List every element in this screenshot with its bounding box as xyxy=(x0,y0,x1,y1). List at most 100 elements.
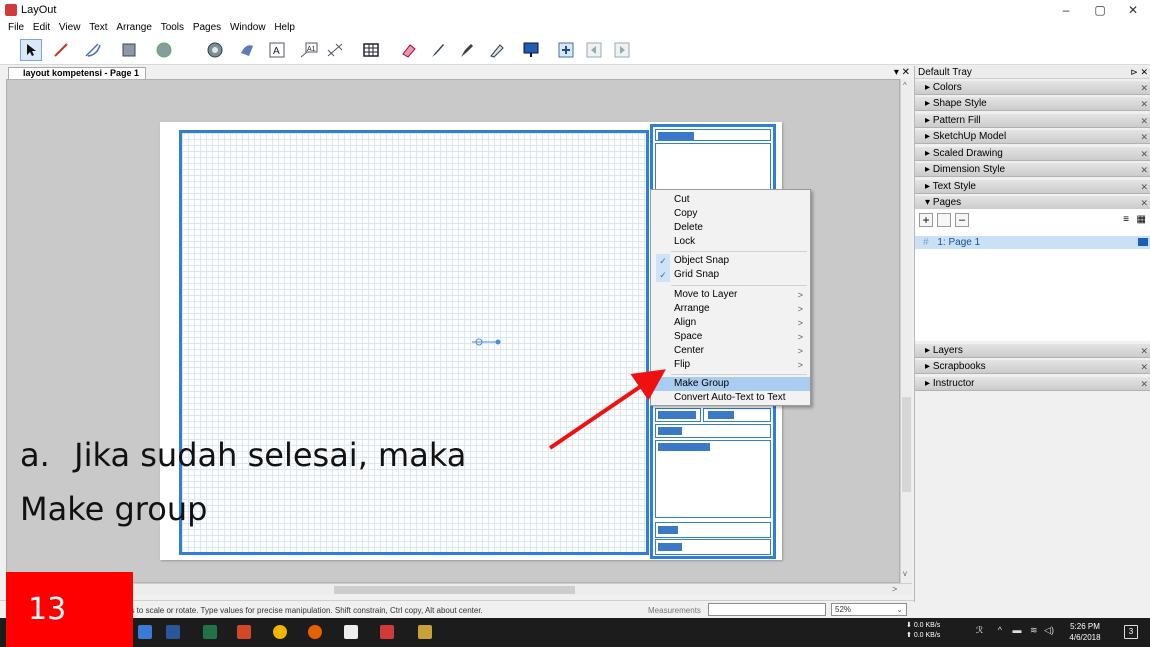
page-list-item[interactable]: # 1: Page 1 xyxy=(915,236,1150,249)
menu-item-delete[interactable]: Delete xyxy=(651,221,810,235)
line-tool-icon[interactable] xyxy=(50,39,72,61)
list-view-icon[interactable]: ≡ xyxy=(1123,214,1129,225)
taskbar-app-icon[interactable] xyxy=(418,625,432,639)
tray-panel-colors[interactable]: ▸ Colors ✕ xyxy=(915,81,1150,95)
explorer-icon[interactable] xyxy=(344,625,358,639)
minimize-button[interactable]: – xyxy=(1049,0,1083,20)
battery-icon[interactable]: ▬ xyxy=(1012,625,1021,635)
menu-tools[interactable]: Tools xyxy=(161,20,184,35)
excel-icon[interactable] xyxy=(203,625,217,639)
taskbar-app-icon[interactable] xyxy=(138,625,152,639)
maximize-button[interactable]: ▢ xyxy=(1083,0,1117,20)
tray-panel-instructor[interactable]: ▸ Instructor ✕ xyxy=(915,377,1150,391)
close-icon[interactable]: ✕ xyxy=(1140,377,1148,391)
menu-file[interactable]: File xyxy=(8,20,24,35)
tray-panel-scrapbooks[interactable]: ▸ Scrapbooks ✕ xyxy=(915,360,1150,374)
presentation-icon[interactable] xyxy=(1138,238,1148,246)
join-tool-icon[interactable] xyxy=(486,39,508,61)
word-icon[interactable] xyxy=(166,625,180,639)
tray-header-buttons[interactable]: ⊳ ✕ xyxy=(1130,66,1148,79)
wifi-icon[interactable]: ≋ xyxy=(1030,625,1038,635)
tab-buttons[interactable]: ▾ ✕ xyxy=(894,67,910,78)
tray-panel-layers[interactable]: ▸ Layers ✕ xyxy=(915,344,1150,358)
add-page-icon[interactable] xyxy=(555,39,577,61)
scroll-right-icon[interactable]: > xyxy=(892,584,897,594)
delete-page-icon[interactable]: – xyxy=(955,213,969,227)
vertical-scrollbar[interactable]: ^ v xyxy=(900,79,912,583)
rotation-center-icon[interactable] xyxy=(470,335,502,349)
presentation-icon[interactable] xyxy=(520,39,542,61)
add-page-icon[interactable]: + xyxy=(919,213,933,227)
menu-view[interactable]: View xyxy=(59,20,81,35)
menu-arrange[interactable]: Arrange xyxy=(116,20,152,35)
duplicate-page-icon[interactable] xyxy=(937,213,951,227)
chrome-icon[interactable] xyxy=(273,625,287,639)
document-tab[interactable]: layout kompetensi - Page 1 xyxy=(8,67,147,79)
menu-item-convert-auto-text[interactable]: Convert Auto-Text to Text xyxy=(651,391,810,405)
label-tool-icon[interactable]: A1 xyxy=(298,39,320,61)
style-tool-icon[interactable] xyxy=(427,39,449,61)
close-icon[interactable]: ✕ xyxy=(1140,114,1148,128)
next-page-icon[interactable] xyxy=(611,39,633,61)
tray-panel-scaled-drawing[interactable]: ▸ Scaled Drawing ✕ xyxy=(915,147,1150,161)
menu-help[interactable]: Help xyxy=(274,20,295,35)
vertical-scroll-thumb[interactable] xyxy=(902,397,911,492)
tray-panel-sketchup-model[interactable]: ▸ SketchUp Model ✕ xyxy=(915,130,1150,144)
menu-item-copy[interactable]: Copy xyxy=(651,207,810,221)
close-icon[interactable]: ✕ xyxy=(1140,344,1148,358)
menu-item-lock[interactable]: Lock xyxy=(651,235,810,249)
menu-item-grid-snap[interactable]: ✓ Grid Snap xyxy=(651,268,810,282)
system-tray-icons[interactable]: ℛ ^ ▬ ≋ ◁) xyxy=(976,625,1054,636)
menu-item-make-group[interactable]: Make Group xyxy=(651,377,810,391)
dimension-tool-icon[interactable] xyxy=(324,39,346,61)
menu-item-cut[interactable]: Cut xyxy=(651,193,810,207)
offset-tool-icon[interactable] xyxy=(236,39,258,61)
menu-item-move-to-layer[interactable]: Move to Layer > xyxy=(651,288,810,302)
eraser-tool-icon[interactable] xyxy=(398,39,420,61)
rectangle-tool-icon[interactable] xyxy=(118,39,140,61)
polygon-tool-icon[interactable] xyxy=(204,39,226,61)
close-icon[interactable]: ✕ xyxy=(1140,97,1148,111)
zoom-select[interactable]: 52% ⌄ xyxy=(831,603,907,616)
tray-panel-pattern-fill[interactable]: ▸ Pattern Fill ✕ xyxy=(915,114,1150,128)
menu-item-center[interactable]: Center > xyxy=(651,344,810,358)
volume-icon[interactable]: ◁) xyxy=(1044,625,1054,635)
split-tool-icon[interactable] xyxy=(456,39,478,61)
select-tool-icon[interactable] xyxy=(20,39,42,61)
close-icon[interactable]: ✕ xyxy=(1140,130,1148,144)
taskbar-clock[interactable]: 5:26 PM 4/6/2018 xyxy=(1065,621,1105,643)
horizontal-scrollbar[interactable]: > xyxy=(6,583,912,595)
notification-center-icon[interactable]: 3 xyxy=(1124,625,1138,639)
menu-pages[interactable]: Pages xyxy=(193,20,221,35)
menu-item-align[interactable]: Align > xyxy=(651,316,810,330)
close-icon[interactable]: ✕ xyxy=(1140,180,1148,194)
tray-panel-text-style[interactable]: ▸ Text Style ✕ xyxy=(915,180,1150,194)
layout-taskbar-icon[interactable] xyxy=(380,625,394,639)
circle-tool-icon[interactable] xyxy=(153,39,175,61)
text-tool-icon[interactable]: A xyxy=(266,39,288,61)
close-icon[interactable]: ✕ xyxy=(1140,81,1148,95)
menu-text[interactable]: Text xyxy=(89,20,107,35)
previous-page-icon[interactable] xyxy=(583,39,605,61)
scroll-up-icon[interactable]: ^ xyxy=(903,81,907,90)
menu-item-space[interactable]: Space > xyxy=(651,330,810,344)
close-button[interactable]: ✕ xyxy=(1116,0,1150,20)
tray-panel-pages[interactable]: ▾ Pages ✕ xyxy=(915,196,1150,210)
chevron-up-icon[interactable]: ^ xyxy=(998,625,1002,635)
menu-window[interactable]: Window xyxy=(230,20,266,35)
close-icon[interactable]: ✕ xyxy=(1140,147,1148,161)
arc-tool-icon[interactable] xyxy=(82,39,104,61)
thumbnail-view-icon[interactable]: ▦ xyxy=(1137,214,1146,225)
close-icon[interactable]: ✕ xyxy=(1140,360,1148,374)
horizontal-scroll-thumb[interactable] xyxy=(334,586,575,594)
close-icon[interactable]: ✕ xyxy=(1140,163,1148,177)
tray-panel-dimension-style[interactable]: ▸ Dimension Style ✕ xyxy=(915,163,1150,177)
scroll-down-icon[interactable]: v xyxy=(903,569,907,578)
close-icon[interactable]: ✕ xyxy=(1140,196,1148,210)
powerpoint-icon[interactable] xyxy=(237,625,251,639)
firefox-icon[interactable] xyxy=(308,625,322,639)
people-icon[interactable]: ℛ xyxy=(976,625,983,635)
measurements-input[interactable] xyxy=(708,603,826,616)
table-tool-icon[interactable] xyxy=(360,39,382,61)
menu-item-flip[interactable]: Flip > xyxy=(651,358,810,372)
